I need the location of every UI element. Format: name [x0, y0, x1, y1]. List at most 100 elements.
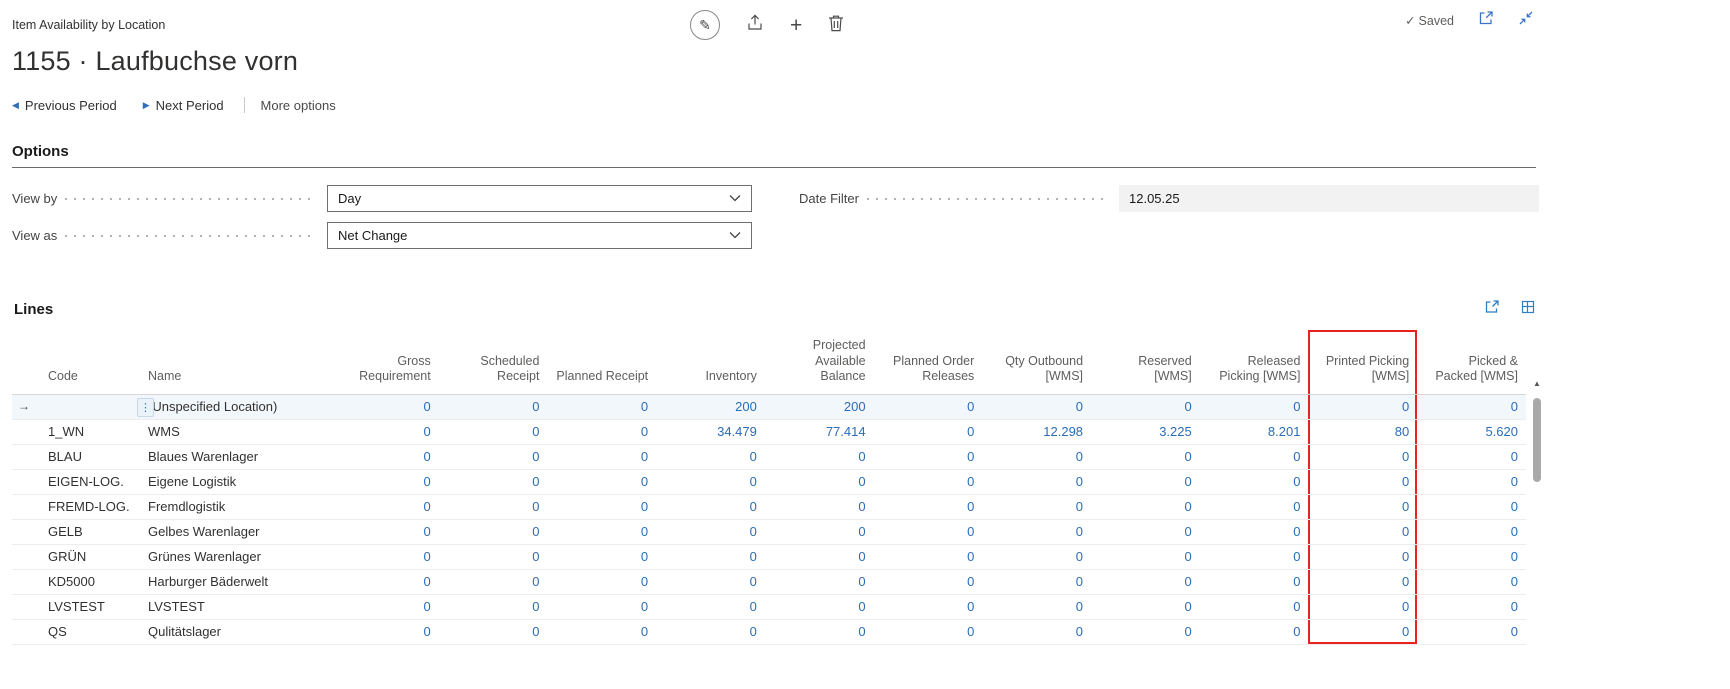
- table-row[interactable]: GRÜNGrünes Warenlager00000000000: [12, 544, 1526, 569]
- value-cell[interactable]: 0: [330, 569, 439, 594]
- value-cell[interactable]: 12.298: [982, 419, 1091, 444]
- value-cell[interactable]: 0: [874, 494, 983, 519]
- new-button[interactable]: +: [790, 15, 802, 36]
- value-cell[interactable]: 0: [982, 444, 1091, 469]
- value-cell[interactable]: 34.479: [656, 419, 765, 444]
- code-cell[interactable]: GRÜN: [40, 544, 140, 569]
- value-cell[interactable]: 0: [330, 519, 439, 544]
- code-cell[interactable]: 1_WN: [40, 419, 140, 444]
- value-cell[interactable]: 0: [1200, 494, 1309, 519]
- table-row[interactable]: QSQulitätslager00000000000: [12, 619, 1526, 644]
- value-cell[interactable]: 0: [765, 519, 874, 544]
- column-header[interactable]: Name: [140, 330, 330, 394]
- more-options-button[interactable]: More options: [261, 98, 336, 113]
- column-header[interactable]: Projected Available Balance: [765, 330, 874, 394]
- value-cell[interactable]: 0: [330, 469, 439, 494]
- value-cell[interactable]: 0: [439, 619, 548, 644]
- value-cell[interactable]: 0: [765, 494, 874, 519]
- value-cell[interactable]: 0: [547, 594, 656, 619]
- value-cell[interactable]: 0: [1200, 394, 1309, 419]
- value-cell[interactable]: 0: [874, 619, 983, 644]
- value-cell[interactable]: 0: [982, 569, 1091, 594]
- value-cell[interactable]: 0: [1417, 444, 1526, 469]
- value-cell[interactable]: 0: [330, 494, 439, 519]
- value-cell[interactable]: 0: [1417, 544, 1526, 569]
- name-cell[interactable]: WMS: [140, 419, 330, 444]
- value-cell[interactable]: 0: [1200, 469, 1309, 494]
- open-in-excel-button[interactable]: [1520, 299, 1536, 320]
- popout-button[interactable]: [1478, 10, 1494, 31]
- code-cell[interactable]: BLAU: [40, 444, 140, 469]
- share-button[interactable]: [746, 14, 764, 36]
- value-cell[interactable]: 0: [765, 444, 874, 469]
- code-cell[interactable]: ⋮: [40, 394, 140, 419]
- value-cell[interactable]: 0: [1091, 569, 1200, 594]
- value-cell[interactable]: 0: [547, 419, 656, 444]
- value-cell[interactable]: 0: [439, 394, 548, 419]
- column-header[interactable]: Inventory: [656, 330, 765, 394]
- table-row[interactable]: GELBGelbes Warenlager00000000000: [12, 519, 1526, 544]
- value-cell[interactable]: 0: [547, 619, 656, 644]
- value-cell[interactable]: 0: [1091, 519, 1200, 544]
- column-header[interactable]: Qty Outbound [WMS]: [982, 330, 1091, 394]
- value-cell[interactable]: 0: [656, 619, 765, 644]
- value-cell[interactable]: 0: [439, 494, 548, 519]
- value-cell[interactable]: 0: [439, 469, 548, 494]
- value-cell[interactable]: 0: [1417, 619, 1526, 644]
- value-cell[interactable]: 0: [330, 394, 439, 419]
- value-cell[interactable]: 0: [1308, 444, 1417, 469]
- value-cell[interactable]: 0: [547, 394, 656, 419]
- table-row[interactable]: →⋮(Unspecified Location)000200200000000: [12, 394, 1526, 419]
- value-cell[interactable]: 80: [1308, 419, 1417, 444]
- value-cell[interactable]: 0: [547, 469, 656, 494]
- edit-button[interactable]: ✎: [690, 10, 720, 40]
- value-cell[interactable]: 0: [982, 519, 1091, 544]
- value-cell[interactable]: 0: [656, 469, 765, 494]
- value-cell[interactable]: 0: [547, 444, 656, 469]
- row-options-button[interactable]: ⋮: [137, 398, 154, 417]
- value-cell[interactable]: 0: [1308, 469, 1417, 494]
- next-period-button[interactable]: ▶ Next Period: [143, 98, 224, 113]
- name-cell[interactable]: Fremdlogistik: [140, 494, 330, 519]
- previous-period-button[interactable]: ◀ Previous Period: [12, 98, 117, 113]
- value-cell[interactable]: 0: [1417, 569, 1526, 594]
- value-cell[interactable]: 0: [330, 419, 439, 444]
- value-cell[interactable]: 0: [982, 594, 1091, 619]
- value-cell[interactable]: 0: [1200, 569, 1309, 594]
- value-cell[interactable]: 0: [656, 594, 765, 619]
- name-cell[interactable]: Grünes Warenlager: [140, 544, 330, 569]
- value-cell[interactable]: 0: [547, 519, 656, 544]
- name-cell[interactable]: Gelbes Warenlager: [140, 519, 330, 544]
- column-header[interactable]: Gross Requirement: [330, 330, 439, 394]
- date-filter-input[interactable]: 12.05.25: [1119, 185, 1539, 212]
- table-row[interactable]: 1_WNWMS00034.47977.414012.2983.2258.2018…: [12, 419, 1526, 444]
- value-cell[interactable]: 0: [656, 519, 765, 544]
- code-cell[interactable]: QS: [40, 619, 140, 644]
- value-cell[interactable]: 0: [1308, 394, 1417, 419]
- value-cell[interactable]: 8.201: [1200, 419, 1309, 444]
- value-cell[interactable]: 5.620: [1417, 419, 1526, 444]
- column-header[interactable]: Picked & Packed [WMS]: [1417, 330, 1526, 394]
- value-cell[interactable]: 0: [874, 569, 983, 594]
- name-cell[interactable]: Qulitätslager: [140, 619, 330, 644]
- value-cell[interactable]: 0: [547, 569, 656, 594]
- table-row[interactable]: KD5000Harburger Bäderwelt00000000000: [12, 569, 1526, 594]
- value-cell[interactable]: 0: [874, 544, 983, 569]
- column-header[interactable]: Planned Receipt: [547, 330, 656, 394]
- code-cell[interactable]: GELB: [40, 519, 140, 544]
- value-cell[interactable]: 0: [874, 519, 983, 544]
- value-cell[interactable]: 0: [1200, 519, 1309, 544]
- value-cell[interactable]: 0: [1417, 594, 1526, 619]
- name-cell[interactable]: Blaues Warenlager: [140, 444, 330, 469]
- value-cell[interactable]: 200: [656, 394, 765, 419]
- value-cell[interactable]: 0: [1200, 444, 1309, 469]
- value-cell[interactable]: 0: [1091, 619, 1200, 644]
- value-cell[interactable]: 0: [439, 544, 548, 569]
- value-cell[interactable]: 0: [439, 569, 548, 594]
- table-row[interactable]: LVSTESTLVSTEST00000000000: [12, 594, 1526, 619]
- value-cell[interactable]: 0: [330, 619, 439, 644]
- value-cell[interactable]: 0: [656, 544, 765, 569]
- value-cell[interactable]: 0: [765, 619, 874, 644]
- value-cell[interactable]: 0: [1308, 544, 1417, 569]
- value-cell[interactable]: 0: [874, 594, 983, 619]
